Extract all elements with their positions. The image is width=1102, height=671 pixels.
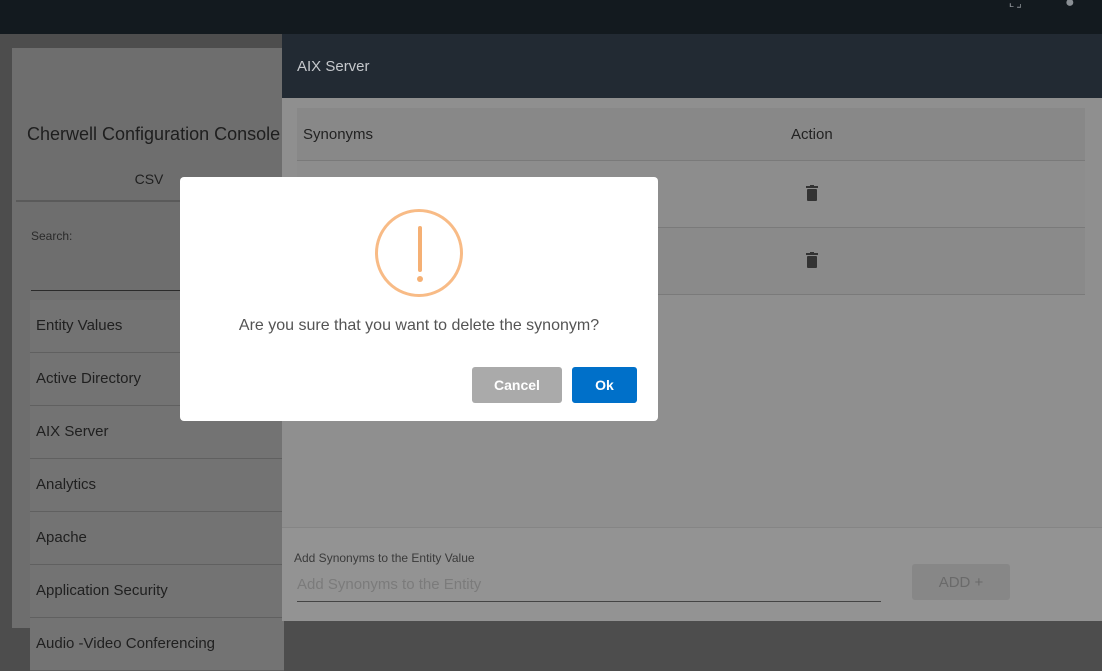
search-label: Search: xyxy=(31,229,73,243)
add-synonym-input[interactable] xyxy=(297,568,881,602)
user-account-icon[interactable]: ● xyxy=(1065,0,1085,11)
column-synonyms: Synonyms xyxy=(303,126,374,143)
table-header: Synonyms Action xyxy=(297,108,1085,161)
add-synonym-footer: Add Synonyms to the Entity Value ADD + xyxy=(282,527,1102,621)
panel-title: AIX Server xyxy=(282,34,1102,98)
sidebar-item-apache[interactable]: Apache xyxy=(30,512,284,565)
dialog-message: Are you sure that you want to delete the… xyxy=(238,317,600,334)
warning-icon xyxy=(375,209,463,297)
add-synonym-label: Add Synonyms to the Entity Value xyxy=(294,551,475,565)
ok-button[interactable]: Ok xyxy=(572,367,637,403)
sidebar-item-analytics[interactable]: Analytics xyxy=(30,459,284,512)
top-bar: ⛶ ● xyxy=(0,0,1102,34)
cancel-button[interactable]: Cancel xyxy=(472,367,562,403)
column-action: Action xyxy=(791,126,833,143)
trash-icon[interactable] xyxy=(806,185,818,201)
app-title: Cherwell Configuration Console xyxy=(27,124,281,144)
confirm-delete-dialog: Are you sure that you want to delete the… xyxy=(180,177,658,421)
add-button[interactable]: ADD + xyxy=(912,564,1010,600)
fullscreen-icon[interactable]: ⛶ xyxy=(1010,0,1030,11)
trash-icon[interactable] xyxy=(806,252,818,268)
sidebar-item-audio-video-conferencing[interactable]: Audio -Video Conferencing xyxy=(30,618,284,671)
sidebar-item-application-security[interactable]: Application Security xyxy=(30,565,284,618)
